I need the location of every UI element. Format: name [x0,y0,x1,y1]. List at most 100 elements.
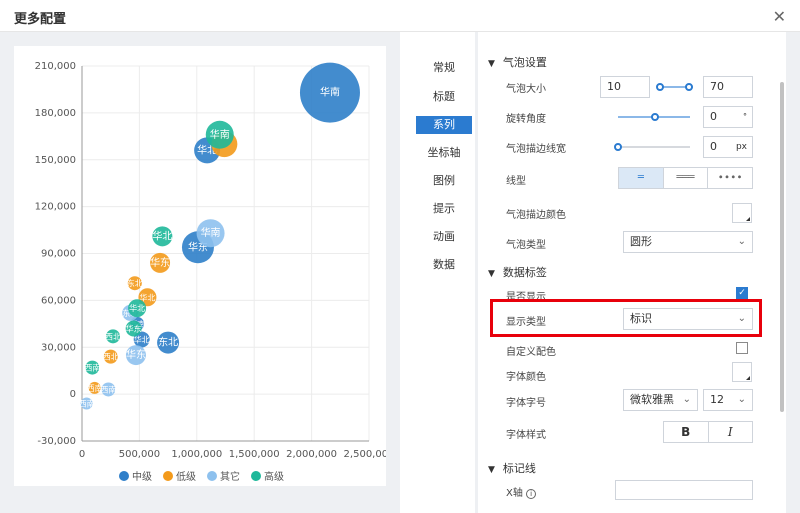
border-width-input[interactable]: 0 px [703,136,753,158]
chevron-down-icon: ⌄ [682,394,691,405]
x-tick-label: 2,000,000 [286,449,337,460]
rotate-knob[interactable] [651,113,659,121]
italic-button[interactable]: I [709,422,753,442]
section-markline[interactable]: ▼ 标记线 [488,460,536,476]
chart-preview: 210,000 180,000 150,000 120,000 90,000 60,000… [14,46,395,486]
font-size-label: 字体字号 [506,398,546,409]
legend-label: 其它 [220,470,240,483]
nav-item-3[interactable]: 坐标轴 [416,144,472,162]
x-tick-label: 500,000 [119,449,160,460]
bubble-label: 华南 [210,128,230,141]
y-tick-label: 90,000 [41,249,76,260]
x-tick-label: 1,000,000 [171,449,222,460]
bold-button[interactable]: B [664,422,709,442]
bubble-type-value: 圆形 [630,235,652,248]
highlight-box [490,299,762,337]
y-tick-label: 60,000 [41,295,76,306]
bubble-label: 华北 [152,229,172,242]
y-tick-label: 150,000 [35,155,76,166]
bubble-label: 西北 [103,353,119,362]
y-tick-label: 210,000 [35,61,76,72]
config-nav: 常规标题系列坐标轴图例提示动画数据 [400,32,475,513]
collapse-triangle-icon: ▼ [488,465,495,475]
nav-item-1[interactable]: 标题 [416,88,472,106]
legend-label: 低级 [176,470,196,483]
font-family-select[interactable]: 微软雅黑 ⌄ [623,389,698,411]
nav-item-6[interactable]: 动画 [416,228,472,246]
collapse-triangle-icon: ▼ [488,269,495,279]
custom-color-label: 自定义配色 [506,347,556,358]
y-tick-label: 120,000 [35,202,76,213]
font-size-select[interactable]: 12 ⌄ [703,389,753,411]
nav-item-7[interactable]: 数据 [416,256,472,274]
legend-label: 中级 [132,470,152,483]
bubble-size-min-input[interactable]: 10 [600,76,650,98]
font-color-label: 字体颜色 [506,372,546,383]
nav-item-2[interactable]: 系列 [416,116,472,134]
panel-scrollbar[interactable] [780,82,784,412]
border-width-slider[interactable] [618,146,690,148]
bubble-type-label: 气泡类型 [506,240,546,251]
more-config-dialog: 更多配置 ✕ 210,000 180,000 150,000 120,000 90,00… [0,0,800,513]
x-axis-markline-input[interactable] [615,480,753,500]
series-settings-panel: ▼ 气泡设置 气泡大小 10 70 旋转角度 0 ° 气泡描边线宽 0 px 线型 ═… [478,32,786,513]
bubble-label: 华南 [320,86,340,99]
nav-item-4[interactable]: 图例 [416,172,472,190]
section-data-label[interactable]: ▼ 数据标签 [488,264,547,280]
dialog-titlebar: 更多配置 ✕ [0,0,800,32]
section-title: 标记线 [502,462,536,475]
x-axis-text: X轴 [506,488,523,499]
custom-color-checkbox[interactable] [736,342,748,354]
legend-label: 高级 [264,470,284,483]
legend-marker [251,471,261,481]
bubble-label: 华东 [126,348,146,361]
font-color-picker[interactable] [732,362,752,382]
border-width-unit: px [735,142,747,152]
bubble-size-max-input[interactable]: 70 [703,76,753,98]
border-width-knob[interactable] [614,143,622,151]
show-label-checkbox[interactable]: ✓ [736,287,748,299]
y-tick-label: 0 [70,389,76,400]
bubble-label: 华东 [126,324,142,334]
bubble-label: 西南 [84,363,100,373]
border-color-picker[interactable] [732,203,752,223]
bubble-label: 西南 [100,384,116,394]
bubble-type-select[interactable]: 圆形 ⌄ [623,231,753,253]
x-tick-label: 0 [79,449,85,460]
section-title: 气泡设置 [502,56,547,69]
border-width-label: 气泡描边线宽 [506,144,566,155]
info-icon[interactable]: i [526,489,537,499]
section-bubble[interactable]: ▼ 气泡设置 [488,54,547,70]
line-type-label: 线型 [506,176,526,187]
bubble-label: 华北 [129,303,145,313]
line-type-solid[interactable]: ═ [619,168,664,188]
rotate-input[interactable]: 0 ° [703,106,753,128]
bubble-label: 西南 [79,399,95,409]
font-style-selector[interactable]: B I [663,421,753,443]
bubble-chart: 210,000 180,000 150,000 120,000 90,000 60,000… [35,61,395,483]
close-icon[interactable]: ✕ [773,7,786,26]
range-knob-min[interactable] [656,83,664,91]
x-tick-label: 1,500,000 [229,449,280,460]
line-type-dotted[interactable]: ∙∙∙∙ [708,168,752,188]
bubble-size-label: 气泡大小 [506,84,546,95]
y-tick-label: 30,000 [41,342,76,353]
y-tick-label: -30,000 [37,436,76,447]
bubble-label: 西北 [105,332,121,341]
range-knob-max[interactable] [685,83,693,91]
nav-item-0[interactable]: 常规 [416,59,472,77]
chevron-down-icon: ⌄ [737,394,746,405]
font-size-value: 12 [710,393,724,406]
bubble-label: 东北 [158,336,178,349]
border-width-value: 0 [710,140,717,153]
bubble-label: 华南 [201,226,221,239]
line-type-selector[interactable]: ═ ═══ ∙∙∙∙ [618,167,753,189]
nav-item-5[interactable]: 提示 [416,200,472,218]
bubble-label: 东北 [127,278,143,288]
legend-marker [207,471,217,481]
collapse-triangle-icon: ▼ [488,59,495,69]
line-type-dashed[interactable]: ═══ [664,168,709,188]
chevron-down-icon: ⌄ [737,236,746,247]
x-axis-label: X轴 i [506,484,537,499]
dialog-title: 更多配置 [14,12,67,27]
